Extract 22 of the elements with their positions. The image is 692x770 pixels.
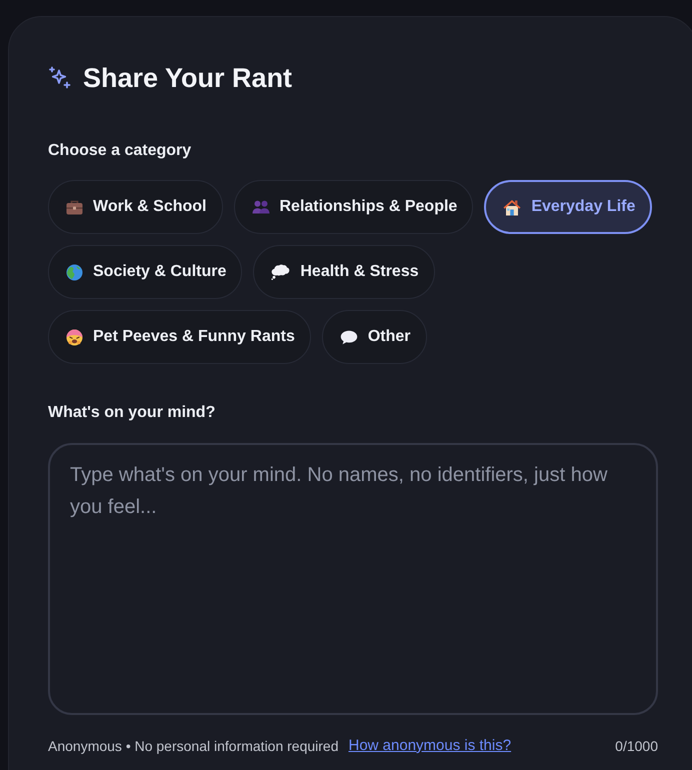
globe-icon — [66, 264, 83, 280]
sparkles-icon — [48, 66, 72, 90]
anonymity-note: Anonymous • No personal information required — [48, 736, 338, 756]
category-chip[interactable]: Other — [322, 310, 427, 364]
house-icon — [503, 198, 522, 216]
category-chip[interactable]: Health & Stress — [253, 245, 435, 299]
category-chip[interactable]: Everyday Life — [484, 180, 652, 234]
category-chip[interactable]: Work & School — [48, 180, 222, 234]
category-chip[interactable]: Relationships & People — [234, 180, 474, 234]
character-counter: 0/1000 — [615, 736, 658, 756]
message-field[interactable]: Type what's on your mind. No names, no identifiers, just how you feel... — [48, 443, 658, 715]
category-chip[interactable]: Pet Peeves & Funny Rants — [48, 310, 311, 364]
briefcase-icon — [66, 200, 83, 214]
category-chip[interactable]: Society & Culture — [48, 245, 242, 299]
speech-bubble-icon — [340, 330, 358, 344]
face-icon — [66, 328, 83, 346]
form-title: Share Your Rant — [83, 62, 292, 95]
thought-bubble-icon — [271, 264, 290, 280]
message-label: What's on your mind? — [48, 403, 216, 423]
anonymity-link[interactable]: How anonymous is this? — [348, 734, 512, 758]
category-label: Choose a category — [48, 141, 192, 161]
people-icon — [252, 200, 270, 214]
